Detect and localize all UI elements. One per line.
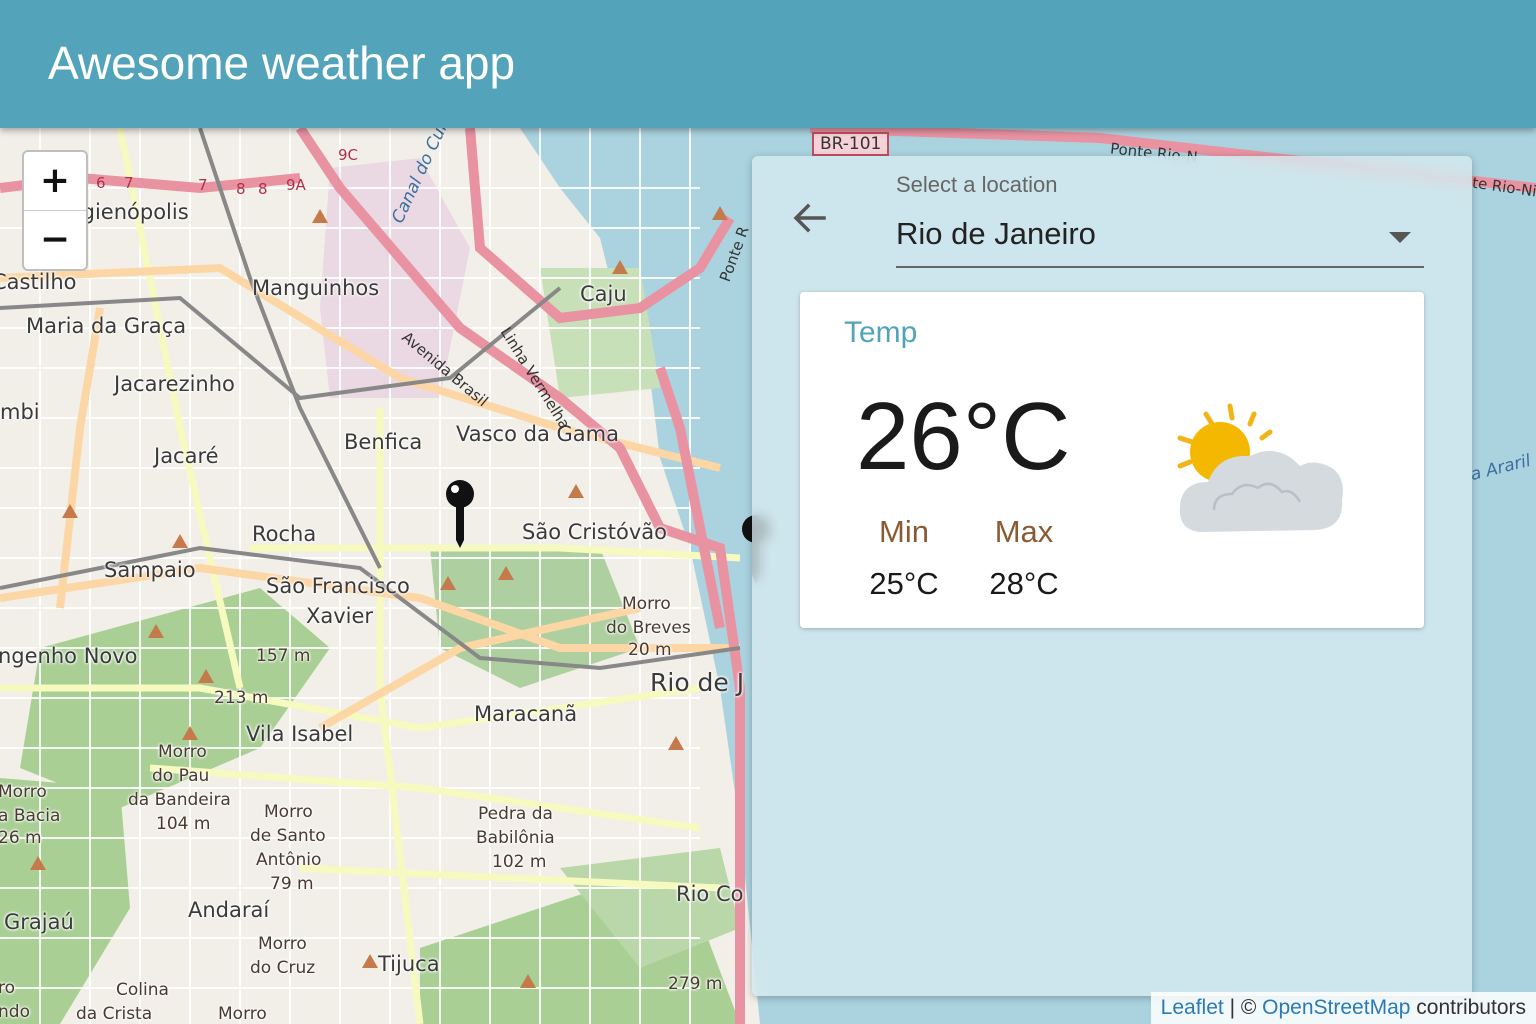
attribution-contributors: contributors [1410,996,1526,1019]
map-label-benfica: Benfica [344,430,423,454]
map-pin-icon[interactable] [444,478,476,550]
map-label-breves-elevation: 20 m [628,640,672,660]
map-label-jacare: Jacaré [154,444,219,468]
map-label-vasco-da-gama: Vasco da Gama [456,422,619,446]
map-label-route-7b: 7 [198,176,208,194]
map-label-pedra-2: Babilônia [476,828,555,848]
map-label-maracana: Maracanã [474,702,578,726]
map-label-ro: ro [0,978,16,998]
dropdown-arrow-icon[interactable] [1389,232,1411,243]
map-label-colina-2: da Crista [76,1004,153,1024]
map-label-cruz-1: Morro [258,934,307,954]
map-label-sao-cristovao: São Cristóvão [522,520,668,544]
min-temperature: 25°C [869,566,939,601]
map-label-mbi: mbi [0,400,40,424]
map-label-grajau: Grajaú [4,910,74,934]
map-label-rio-comprido: Rio Co [676,882,744,906]
select-underline [896,266,1424,268]
zoom-control: + − [22,150,88,271]
map-label-xavier: Xavier [306,604,374,628]
map-label-colina-1: Colina [116,980,169,1000]
map-label-pedra-3: 102 m [492,852,547,872]
location-select[interactable]: Rio de Janeiro [896,216,1096,252]
map-label-morro-bottom: Morro [218,1004,267,1024]
back-arrow-icon[interactable] [790,198,830,238]
map-label-castilho: Castilho [0,270,77,294]
zoom-out-button[interactable]: − [24,210,86,269]
map-label-morro-breves: Morro [622,594,671,614]
map-label-caju: Caju [580,282,627,306]
max-temperature: 28°C [989,566,1059,601]
min-label: Min [879,514,929,549]
openstreetmap-link[interactable]: OpenStreetMap [1262,996,1410,1019]
map-label-santo-2: de Santo [250,826,326,846]
map-label-cruz-2: do Cruz [250,958,316,978]
app-bar: Awesome weather app [0,0,1536,128]
map-label-morro-bacia-2: a Bacia [0,806,61,826]
max-label: Max [994,514,1054,549]
map-label-jacarezinho: Jacarezinho [114,372,235,396]
map-label-santo-1: Morro [264,802,313,822]
location-select-label: Select a location [896,172,1058,197]
map-label-sampaio: Sampaio [104,558,196,582]
map-label-morro-pau-4: 104 m [156,814,211,834]
card-title: Temp [844,316,918,349]
map-label-morro-pau-3: da Bandeira [128,790,231,810]
map-label-tijuca: Tijuca [378,952,440,976]
temperature-card: Temp 26°C Min Max 25°C 28°C [800,292,1424,628]
map-label-andarai: Andaraí [188,898,270,922]
map-label-vila-isabel: Vila Isabel [246,722,354,746]
map-label-213m: 213 m [214,688,269,708]
app-title: Awesome weather app [48,37,516,89]
map-label-route-8a: 8 [236,180,246,198]
map-label-santo-4: 79 m [270,874,314,894]
map-label-157m: 157 m [256,646,311,666]
map-label-route-9a: 9A [286,176,306,194]
map-label-morro-bacia-3: 26 m [0,828,42,848]
map-label-ndo: ndo [0,1002,30,1022]
map-label-route-6: 6 [96,174,106,192]
map-label-279m: 279 m [668,974,723,994]
map-label-route-8b: 8 [258,180,268,198]
map-label-rio-de-janeiro: Rio de J [650,668,745,697]
map-label-route-7a: 7 [124,174,134,192]
map-label-br101: BR-101 [812,132,890,156]
map-label-rocha: Rocha [252,522,317,546]
partly-cloudy-icon [1177,403,1343,532]
map-label-engenho-novo: ngenho Novo [0,644,138,668]
map-label-morro-bacia-1: Morro [0,782,47,802]
map-label-manguinhos: Manguinhos [252,276,380,300]
map-label-do-breves: do Breves [606,618,691,638]
map-label-pedra-1: Pedra da [478,804,553,824]
zoom-in-button[interactable]: + [24,152,86,210]
weather-panel: Select a location Rio de Janeiro Temp 26… [752,156,1472,996]
map-label-santo-3: Antônio [256,850,322,870]
map-label-morro-pau-2: do Pau [152,766,210,786]
map-attribution: Leaflet | © OpenStreetMap contributors [1150,992,1536,1024]
map-label-morro-pau-1: Morro [158,742,207,762]
current-temperature: 26°C [856,383,1071,490]
leaflet-link[interactable]: Leaflet [1161,996,1224,1019]
attribution-separator: | © [1223,996,1263,1019]
map-label-sao-francisco: São Francisco [266,574,410,598]
map-label-route-9c: 9C [338,146,359,164]
map-label-maria-da-graca: Maria da Graça [26,314,187,338]
